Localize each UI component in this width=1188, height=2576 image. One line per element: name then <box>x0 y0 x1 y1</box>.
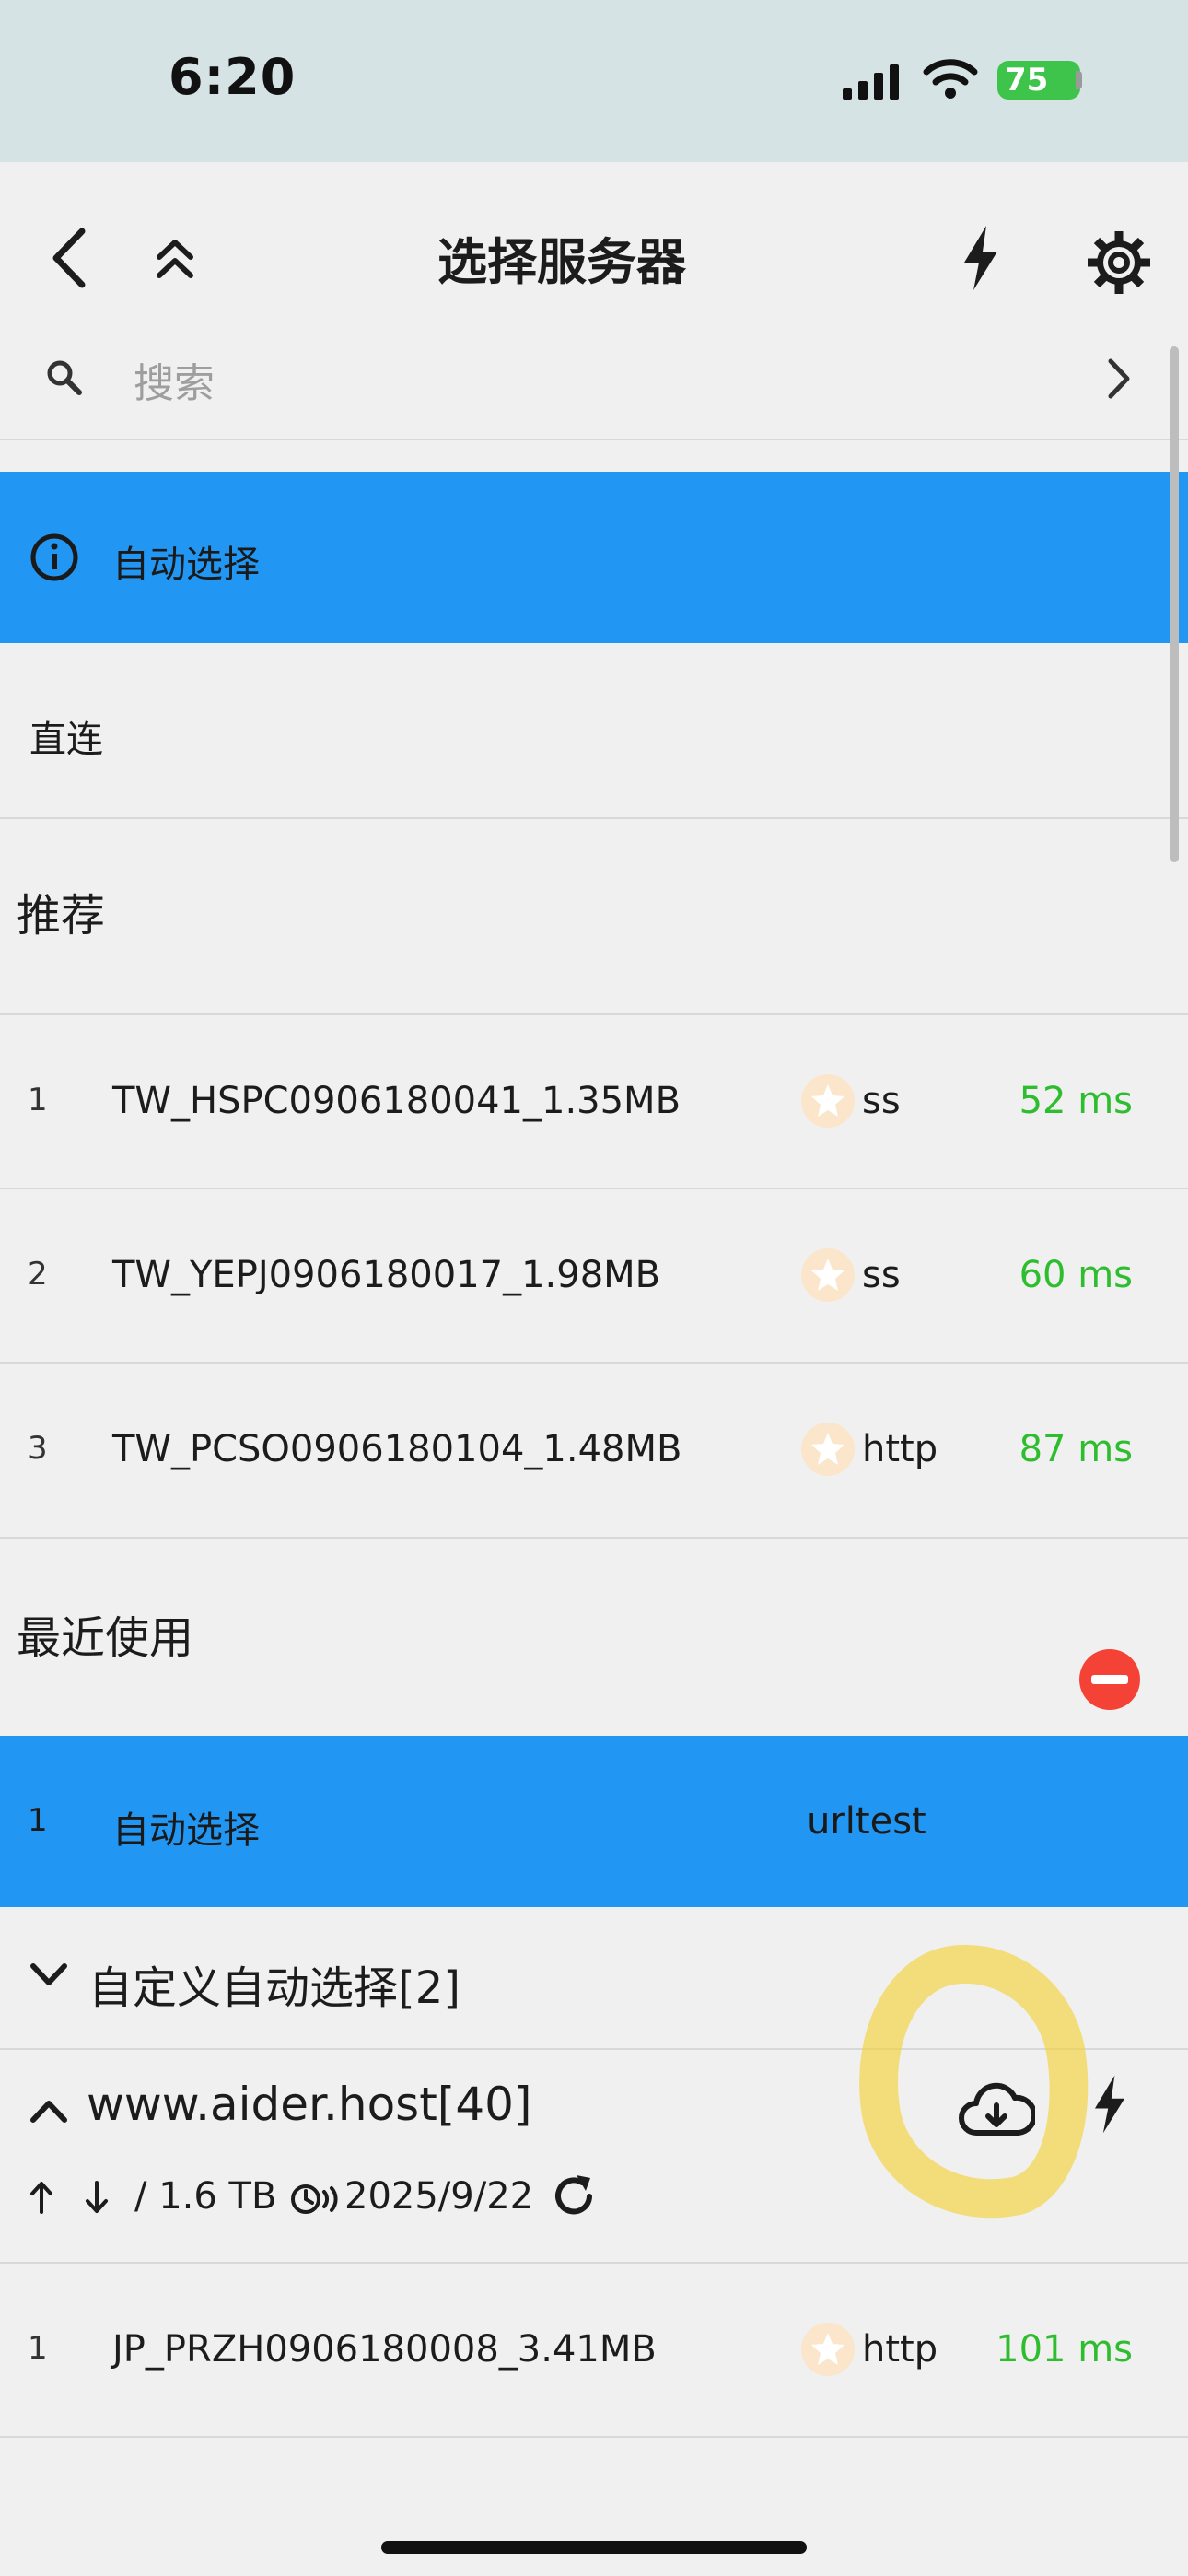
server-name: TW_PCSO0906180104_1.48MB <box>112 1428 682 1470</box>
signal-icon <box>843 64 899 100</box>
recent-name: 自动选择 <box>112 1809 260 1852</box>
recent-index: 1 <box>28 1802 48 1839</box>
info-icon <box>30 533 78 581</box>
chevron-down-icon <box>30 1963 67 1985</box>
server-row[interactable]: 3 TW_PCSO0906180104_1.48MB http 87 ms <box>0 1364 1188 1535</box>
server-index: 1 <box>28 1082 48 1118</box>
server-protocol: ss <box>862 1254 901 1296</box>
remove-icon <box>1091 1675 1128 1684</box>
favorite-button[interactable] <box>801 1423 855 1476</box>
server-index: 1 <box>28 2330 48 2367</box>
search-icon <box>47 360 82 395</box>
star-icon <box>811 2333 844 2365</box>
clock-icon <box>291 2184 338 2214</box>
server-latency: 60 ms <box>1019 1254 1133 1296</box>
status-time: 6:20 <box>169 48 297 106</box>
divider <box>0 817 1188 819</box>
subscription-traffic: / 1.6 TB <box>134 2175 277 2218</box>
server-protocol: http <box>862 2328 938 2371</box>
home-indicator <box>381 2541 807 2554</box>
page-title: 选择服务器 <box>437 233 686 291</box>
server-name: JP_PRZH0906180008_3.41MB <box>112 2328 657 2371</box>
settings-button[interactable] <box>1082 226 1156 299</box>
server-latency: 101 ms <box>996 2328 1133 2371</box>
direct-label: 直连 <box>29 719 103 761</box>
server-row[interactable]: 1 TW_HSPC0906180041_1.35MB ss 52 ms <box>0 1015 1188 1187</box>
arrow-down-icon <box>86 2181 108 2213</box>
recommended-section-header: 推荐 <box>0 820 1188 1013</box>
server-latency: 52 ms <box>1019 1080 1133 1122</box>
server-row[interactable]: 2 TW_YEPJ0906180017_1.98MB ss 60 ms <box>0 1189 1188 1361</box>
server-index: 2 <box>28 1256 48 1293</box>
star-icon <box>811 1259 844 1291</box>
refresh-icon[interactable] <box>547 2170 600 2223</box>
favorite-button[interactable] <box>801 2323 855 2376</box>
clear-recent-button[interactable] <box>1079 1649 1140 1710</box>
chevron-up-icon[interactable] <box>29 2098 68 2125</box>
server-row[interactable]: 1 JP_PRZH0906180008_3.41MB http 101 ms <box>0 2264 1188 2435</box>
server-latency: 87 ms <box>1019 1428 1133 1470</box>
wifi-icon <box>923 59 978 99</box>
gear-icon <box>1088 231 1150 294</box>
server-protocol: ss <box>862 1080 901 1122</box>
star-icon <box>811 1084 844 1117</box>
auto-select-item[interactable]: 自动选择 <box>0 472 1188 643</box>
battery-indicator: 75 <box>997 61 1080 100</box>
favorite-button[interactable] <box>801 1248 855 1302</box>
custom-group-title: 自定义自动选择[2] <box>88 1962 460 2014</box>
lightning-icon[interactable] <box>1091 2074 1128 2135</box>
auto-select-label: 自动选择 <box>112 544 260 586</box>
back-icon <box>52 228 86 288</box>
recent-protocol: urltest <box>807 1800 926 1843</box>
recent-section-header: 最近使用 <box>0 1539 1188 1734</box>
server-index: 3 <box>28 1430 48 1467</box>
direct-item[interactable]: 直连 <box>0 645 1188 816</box>
star-icon <box>811 1433 844 1465</box>
collapse-all-icon <box>157 240 193 278</box>
chevron-right-icon[interactable] <box>1105 356 1133 402</box>
server-protocol: http <box>862 1428 938 1470</box>
collapse-all-button[interactable] <box>147 230 203 286</box>
recommended-title: 推荐 <box>17 890 106 942</box>
subscription-title: www.aider.host[40] <box>87 2078 532 2131</box>
subscription-updated: 2025/9/22 <box>344 2175 534 2218</box>
divider <box>0 439 1188 440</box>
battery-tip <box>1076 71 1082 89</box>
recent-title: 最近使用 <box>17 1612 194 1664</box>
arrow-up-icon <box>30 2182 52 2214</box>
server-name: TW_HSPC0906180041_1.35MB <box>112 1080 681 1122</box>
scrollbar[interactable] <box>1170 346 1179 862</box>
recent-item[interactable]: 1 自动选择 urltest <box>0 1736 1188 1907</box>
lightning-icon <box>964 226 997 290</box>
favorite-button[interactable] <box>801 1074 855 1128</box>
search-input[interactable]: 搜索 <box>134 350 215 409</box>
speed-test-button[interactable] <box>953 221 1008 295</box>
back-button[interactable] <box>37 221 101 295</box>
server-name: TW_YEPJ0906180017_1.98MB <box>112 1254 661 1296</box>
divider <box>0 2436 1188 2438</box>
